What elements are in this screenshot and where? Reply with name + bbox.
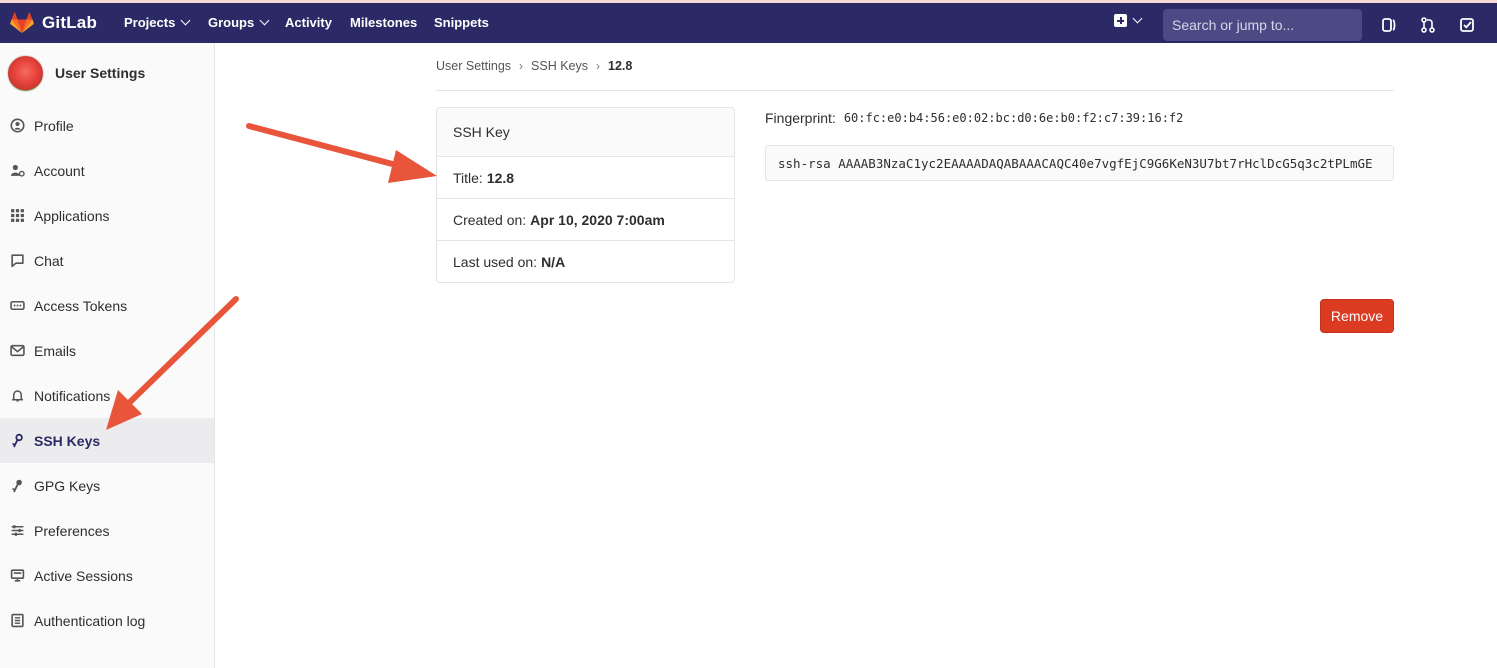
nav-snippets-label: Snippets [434,15,489,30]
nav-activity[interactable]: Activity [285,15,332,30]
todos-icon[interactable] [1458,16,1476,34]
key-created-label: Created on: [453,211,527,228]
key-title-value: 12.8 [486,169,515,186]
chevron-down-icon [180,15,191,26]
sidebar-item-label: Notifications [34,387,111,404]
new-dropdown-button[interactable] [1114,13,1143,27]
sidebar-item-access-tokens[interactable]: Access Tokens [0,283,214,328]
key-last-used-label: Last used on: [453,254,538,270]
brand-name: GitLab [42,13,98,32]
sidebar-item-label: Profile [34,117,74,134]
ssh-key-card: SSH Key Title: 12.8 Created on: Apr 10, … [436,107,735,283]
monitor-icon [10,569,25,582]
chevron-down-icon [1132,13,1143,24]
nav-projects-label: Projects [124,15,176,30]
top-navbar: GitLab Projects Groups Activity Mileston… [0,0,1497,43]
sidebar-item-label: Chat [34,252,64,269]
remove-button[interactable]: Remove [1320,299,1394,333]
sidebar-item-label: Account [34,162,85,179]
profile-icon [10,118,25,133]
chevron-right-icon: › [519,59,524,73]
sidebar-item-label: Active Sessions [34,567,133,584]
settings-sidebar: User Settings Profile Account Applicatio… [0,43,215,668]
divider [436,90,1394,91]
sidebar-item-notifications[interactable]: Notifications [0,373,214,418]
plus-icon [1114,14,1127,27]
merge-requests-icon[interactable] [1419,16,1437,34]
account-icon [10,164,25,177]
sidebar-item-label: GPG Keys [34,477,101,494]
notifications-icon [11,390,24,402]
breadcrumb: User Settings › SSH Keys › 12.8 [436,59,632,73]
fingerprint-value: 60:fc:e0:b4:56:e0:02:bc:d0:6e:b0:f2:c7:3… [843,111,1184,125]
sidebar-item-chat[interactable]: Chat [0,238,214,283]
sidebar-item-gpg-keys[interactable]: GPG Keys [0,463,214,508]
sidebar-item-active-sessions[interactable]: Active Sessions [0,553,214,598]
card-header: SSH Key [437,108,734,157]
nav-milestones-label: Milestones [350,15,418,30]
chat-icon [11,254,24,268]
sidebar-item-ssh-keys[interactable]: SSH Keys [0,418,214,463]
sidebar-item-label: Preferences [34,522,110,539]
key-created-value: Apr 10, 2020 7:00am [530,211,665,228]
breadcrumb-ssh-keys[interactable]: SSH Keys [531,59,588,73]
sidebar-item-account[interactable]: Account [0,148,214,193]
sidebar-item-profile[interactable]: Profile [0,103,214,148]
applications-icon [11,209,24,222]
sidebar-header[interactable]: User Settings [0,43,214,103]
nav-snippets[interactable]: Snippets [434,15,489,30]
breadcrumb-user-settings[interactable]: User Settings [436,59,511,73]
nav-groups[interactable]: Groups [208,15,270,30]
sidebar-item-label: Emails [34,342,77,359]
gitlab-logo[interactable]: GitLab [10,10,97,36]
emails-icon [10,344,25,357]
public-key-box[interactable]: ssh-rsa AAAAB3NzaC1yc2EAAAADAQABAAACAQC4… [765,145,1394,181]
sidebar-item-label: Applications [34,207,110,224]
nav-activity-label: Activity [285,15,332,30]
log-icon [11,613,24,628]
nav-groups-label: Groups [208,15,255,30]
sidebar-item-preferences[interactable]: Preferences [0,508,214,553]
key-last-used-row: Last used on: N/A [437,241,734,282]
key-created-row: Created on: Apr 10, 2020 7:00am [437,199,734,241]
access-tokens-icon [10,300,25,311]
chevron-right-icon: › [596,59,600,73]
key-icon [12,433,23,448]
sidebar-title: User Settings [55,65,146,81]
key-title-row: Title: 12.8 [437,157,734,199]
fingerprint: Fingerprint: 60:fc:e0:b4:56:e0:02:bc:d0:… [765,110,1183,126]
issues-icon[interactable] [1380,16,1398,34]
sidebar-item-emails[interactable]: Emails [0,328,214,373]
preferences-icon [11,525,24,536]
annotation-overlay [106,123,437,430]
key-last-used-value: N/A [541,254,566,270]
fingerprint-label: Fingerprint: [765,110,836,126]
avatar [7,54,44,92]
sidebar-item-label: SSH Keys [34,432,101,449]
chevron-down-icon [259,15,270,26]
key-title-label: Title: [453,169,483,186]
tanuki-icon [10,12,34,33]
search-box[interactable] [1163,9,1362,41]
breadcrumb-current[interactable]: 12.8 [608,59,632,73]
key-icon [12,479,22,493]
sidebar-item-authentication-log[interactable]: Authentication log [0,598,214,643]
search-input[interactable] [1172,17,1353,33]
sidebar-item-label: Authentication log [34,612,146,629]
arrow-annotation-title [246,123,437,183]
nav-projects[interactable]: Projects [124,15,191,30]
nav-milestones[interactable]: Milestones [350,15,417,30]
sidebar-item-label: Access Tokens [34,297,128,314]
sidebar-item-applications[interactable]: Applications [0,193,214,238]
